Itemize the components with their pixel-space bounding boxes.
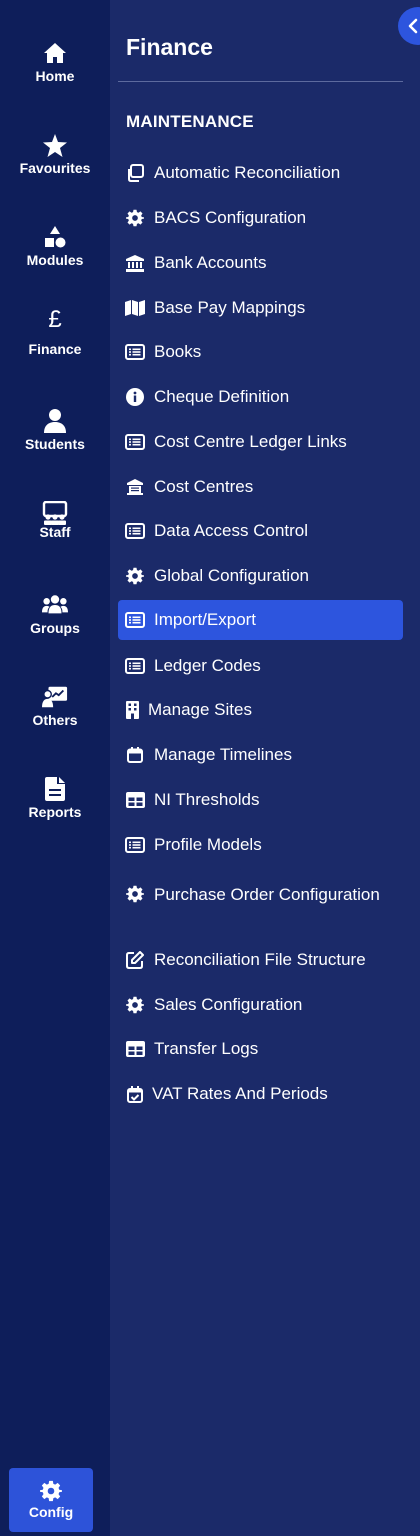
config-button[interactable]: Config: [9, 1468, 93, 1532]
shapes-icon: [42, 224, 68, 250]
menu-item-label: BACS Configuration: [154, 208, 307, 227]
building-icon: [124, 476, 146, 498]
list-icon: [124, 431, 146, 453]
rail-label-favourites: Favourites: [19, 160, 91, 176]
menu-item-label: Books: [154, 342, 202, 361]
rail-label-groups: Groups: [30, 620, 80, 636]
menu-item-cheque-definition[interactable]: Cheque Definition: [118, 377, 403, 417]
menu-item-label: Data Access Control: [154, 521, 309, 540]
gear-icon: [124, 565, 146, 587]
rail-item-modules[interactable]: Modules: [0, 224, 110, 304]
menu-item-cost-centre-ledger-links[interactable]: Cost Centre Ledger Links: [118, 422, 403, 462]
gear-icon: [124, 994, 146, 1016]
menu-item-label: Purchase Order Configuration: [154, 885, 380, 904]
menu-item-data-access-control[interactable]: Data Access Control: [118, 511, 403, 551]
menu-item-label: VAT Rates And Periods: [152, 1084, 328, 1103]
chevron-left-icon: [408, 18, 418, 34]
divider: [118, 81, 403, 82]
calendar-icon: [124, 744, 146, 766]
rail-item-students[interactable]: Students: [0, 408, 110, 488]
menu-item-label: Transfer Logs: [154, 1039, 259, 1058]
rail-label-reports: Reports: [28, 804, 82, 820]
menu-item-bacs-configuration[interactable]: BACS Configuration: [118, 198, 403, 238]
rail-label-modules: Modules: [26, 252, 84, 268]
gear-icon: [40, 1480, 62, 1502]
rail-item-reports[interactable]: Reports: [0, 776, 110, 856]
menu-item-label: Cost Centres: [154, 477, 254, 496]
calendar-check-icon: [124, 1083, 146, 1105]
menu-item-manage-timelines[interactable]: Manage Timelines: [118, 735, 403, 775]
section-heading: MAINTENANCE: [126, 112, 254, 131]
list-icon: [124, 520, 146, 542]
list-icon: [124, 834, 146, 856]
menu-item-transfer-logs[interactable]: Transfer Logs: [118, 1029, 403, 1069]
bank-icon: [124, 252, 146, 274]
menu-item-global-configuration[interactable]: Global Configuration: [118, 556, 403, 596]
rail-item-groups[interactable]: Groups: [0, 592, 110, 672]
gear-icon: [124, 207, 146, 229]
rail-item-home[interactable]: Home: [0, 40, 110, 120]
list-icon: [124, 341, 146, 363]
menu-item-label: Sales Configuration: [154, 995, 303, 1014]
rail-item-others[interactable]: Others: [0, 684, 110, 764]
menu-item-reconciliation-file-structure[interactable]: Reconciliation File Structure: [118, 940, 403, 980]
menu-item-cost-centres[interactable]: Cost Centres: [118, 467, 403, 507]
menu-item-label: Global Configuration: [154, 566, 309, 585]
file-icon: [42, 776, 68, 802]
rail-label-staff: Staff: [39, 524, 71, 540]
rail-item-finance[interactable]: £ Finance: [0, 305, 110, 385]
table-icon: [124, 1038, 146, 1060]
rail-label-students: Students: [25, 436, 85, 452]
user-icon: [42, 408, 68, 434]
star-icon: [42, 132, 68, 158]
menu-item-label: Manage Timelines: [154, 745, 292, 764]
menu-item-label: Manage Sites: [148, 700, 252, 719]
users-icon: [42, 592, 68, 618]
menu-item-vat-rates-and-periods[interactable]: VAT Rates And Periods: [118, 1074, 403, 1114]
menu-item-label: Bank Accounts: [154, 253, 267, 272]
menu-item-label: Ledger Codes: [154, 656, 261, 675]
menu-item-manage-sites[interactable]: Manage Sites: [118, 690, 403, 730]
list-icon: [124, 609, 146, 631]
rail-label-others: Others: [32, 712, 78, 728]
menu-item-label: Reconciliation File Structure: [154, 950, 366, 969]
menu-item-import-export[interactable]: Import/Export: [118, 600, 403, 640]
menu-item-profile-models[interactable]: Profile Models: [118, 825, 403, 865]
menu-item-label: Import/Export: [154, 610, 257, 629]
staff-icon: [42, 500, 68, 526]
finance-panel: Finance MAINTENANCE Automatic Reconcilia…: [110, 0, 420, 1536]
edit-icon: [124, 949, 146, 971]
menu-item-base-pay-mappings[interactable]: Base Pay Mappings: [118, 288, 403, 328]
menu-item-label: Profile Models: [154, 835, 262, 854]
copy-icon: [124, 162, 146, 184]
menu-item-ledger-codes[interactable]: Ledger Codes: [118, 646, 403, 686]
home-icon: [42, 40, 68, 66]
menu-item-label: NI Thresholds: [154, 790, 260, 809]
rail-label-finance: Finance: [28, 341, 82, 357]
menu-item-label: Base Pay Mappings: [154, 298, 306, 317]
menu-item-label: Cost Centre Ledger Links: [154, 432, 347, 451]
menu-item-bank-accounts[interactable]: Bank Accounts: [118, 243, 403, 283]
rail-item-favourites[interactable]: Favourites: [0, 132, 110, 212]
menu-item-books[interactable]: Books: [118, 332, 403, 372]
menu-item-label: Cheque Definition: [154, 387, 290, 406]
list-icon: [124, 655, 146, 677]
menu-item-automatic-reconciliation[interactable]: Automatic Reconciliation: [118, 153, 403, 193]
pound-icon: £: [48, 306, 62, 333]
rail-item-staff[interactable]: Staff: [0, 500, 110, 580]
map-icon: [124, 297, 146, 319]
menu-item-ni-thresholds[interactable]: NI Thresholds: [118, 780, 403, 820]
presentation-icon: [42, 684, 68, 710]
gear-icon: [124, 883, 146, 905]
navigation-rail: Home Favourites Modules £ Finance Studen…: [0, 0, 110, 1536]
rail-label-home: Home: [35, 68, 75, 84]
menu-item-label: Automatic Reconciliation: [154, 163, 341, 182]
table-icon: [124, 789, 146, 811]
config-label: Config: [28, 1504, 74, 1520]
office-icon: [124, 699, 140, 721]
menu-item-purchase-order-configuration[interactable]: Purchase Order Configuration: [118, 876, 403, 932]
menu-item-sales-configuration[interactable]: Sales Configuration: [118, 985, 403, 1025]
info-icon: [124, 386, 146, 408]
panel-title: Finance: [126, 34, 213, 60]
